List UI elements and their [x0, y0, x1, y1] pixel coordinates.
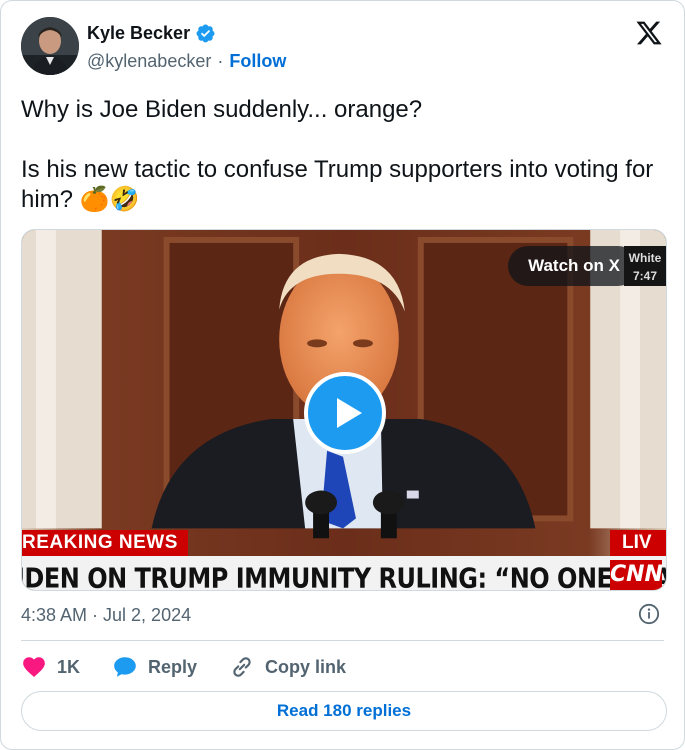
video-thumbnail[interactable]: Watch on X White 7:47 REAKING NEWS LIV I…	[21, 229, 667, 591]
link-icon	[233, 657, 251, 677]
author-name[interactable]: Kyle Becker	[87, 23, 190, 44]
live-tag: LIV	[610, 530, 666, 556]
author-handle-row: @kylenabecker · Follow	[87, 51, 286, 72]
news-chyron: IDEN ON TRUMP IMMUNITY RULING: “NO ONE I…	[22, 556, 666, 591]
corner-text-2: 7:47	[632, 269, 658, 283]
follow-link[interactable]: Follow	[229, 51, 286, 72]
reply-button[interactable]: Reply	[112, 654, 197, 680]
copy-link-button[interactable]: Copy link	[229, 654, 346, 680]
read-replies-button[interactable]: Read 180 replies	[21, 691, 667, 731]
likes-count: 1K	[57, 656, 81, 677]
verified-badge-icon	[196, 24, 215, 43]
author-name-row: Kyle Becker	[87, 23, 216, 44]
like-button[interactable]: 1K	[21, 654, 80, 680]
play-button[interactable]	[304, 372, 386, 454]
heart-icon	[23, 657, 45, 677]
x-logo-icon[interactable]	[634, 19, 664, 47]
author-handle[interactable]: @kylenabecker	[87, 51, 211, 72]
tweet-actions: 1K Reply Copy link	[21, 653, 378, 681]
handle-separator: ·	[217, 51, 224, 71]
tweet-text: Why is Joe Biden suddenly... orange? Is …	[21, 96, 654, 213]
breaking-news-banner: REAKING NEWS	[22, 530, 188, 556]
author-avatar[interactable]	[21, 17, 79, 75]
reply-label: Reply	[148, 656, 198, 677]
corner-text-1: White	[628, 251, 662, 265]
speech-bubble-icon	[114, 657, 136, 677]
play-icon	[337, 398, 362, 428]
chyron-text: IDEN ON TRUMP IMMUNITY RULING: “NO ONE I…	[22, 562, 666, 591]
info-icon[interactable]	[638, 603, 660, 625]
watch-on-x-button[interactable]: Watch on X	[508, 246, 638, 286]
divider	[21, 640, 664, 641]
network-logo: CNN	[610, 560, 663, 590]
tweet-card: Kyle Becker @kylenabecker · Follow Why i…	[0, 0, 685, 750]
copy-link-label: Copy link	[265, 656, 347, 677]
tweet-timestamp[interactable]: 4:38 AM · Jul 2, 2024	[21, 605, 191, 626]
corner-overlay: White 7:47	[624, 246, 666, 286]
